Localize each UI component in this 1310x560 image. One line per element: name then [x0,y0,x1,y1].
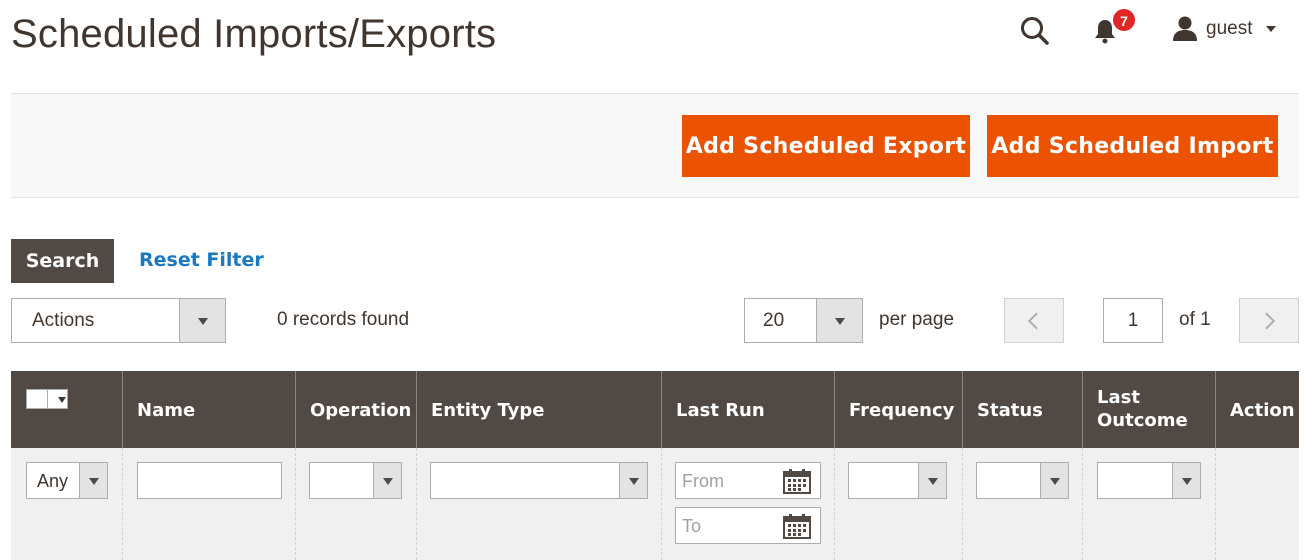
search-icon [1021,17,1049,45]
previous-page-button[interactable] [1004,298,1064,343]
global-search-button[interactable] [1018,14,1052,48]
filter-cell-name [122,448,295,560]
column-header-frequency[interactable]: Frequency [834,371,962,448]
dropdown-arrow [619,463,647,498]
calendar-icon[interactable] [783,513,811,539]
notifications-button[interactable]: 7 [1090,8,1136,48]
filter-cell-status [962,448,1082,560]
chevron-down-icon [1181,477,1192,485]
filter-cell-last-outcome [1082,448,1215,560]
mass-actions-label: Actions [32,310,95,331]
chevron-right-icon [1258,312,1276,329]
grid-header-row: Name Operation Entity Type Last Run Freq… [11,371,1299,448]
mass-any-select[interactable]: Any [26,462,108,499]
column-header-name[interactable]: Name [122,371,295,448]
add-scheduled-export-button[interactable]: Add Scheduled Export [682,115,970,177]
dropdown-arrow [918,463,946,498]
column-header-label: Status [977,400,1043,421]
frequency-filter-select[interactable] [848,462,947,499]
per-page-label: per page [879,309,955,330]
next-page-button[interactable] [1239,298,1299,343]
date-from-placeholder: From [682,471,724,491]
dropdown-arrow [179,299,225,342]
filter-cell-operation [295,448,416,560]
dropdown-arrow [373,463,401,498]
chevron-down-icon [1266,26,1276,32]
search-button[interactable]: Search [11,239,114,283]
user-icon [1173,16,1197,41]
column-header-label: Last Outcome [1097,387,1188,431]
page-actions-bar: Add Scheduled Export Add Scheduled Impor… [11,93,1299,198]
column-header-label: Operation [310,400,412,421]
records-found-count: 0 records found [277,309,410,330]
per-page-value: 20 [763,310,785,331]
column-header-action: Action [1215,371,1299,448]
chevron-down-icon [382,477,393,485]
select-all-checkbox[interactable] [27,390,47,408]
chevron-down-icon [834,317,845,325]
header-actions: 7 guest [990,8,1310,48]
chevron-down-icon [628,477,639,485]
status-filter-select[interactable] [976,462,1069,499]
filter-cell-last-run: From To [661,448,834,560]
current-page-input[interactable] [1103,298,1163,343]
dropdown-arrow [1172,463,1200,498]
operation-filter-select[interactable] [309,462,402,499]
column-header-last-run[interactable]: Last Run [661,371,834,448]
column-header-label: Last Run [676,400,765,421]
mass-actions-select[interactable]: Actions [11,298,226,343]
chevron-down-icon [1049,477,1060,485]
add-scheduled-import-button[interactable]: Add Scheduled Import [987,115,1278,177]
last-run-from-input[interactable]: From [675,462,821,499]
date-to-placeholder: To [682,516,702,536]
column-header-label: Entity Type [431,400,545,421]
column-header-label: Name [137,400,196,421]
notifications-count-badge: 7 [1112,8,1136,32]
entity-type-filter-select[interactable] [430,462,648,499]
chevron-down-icon [58,397,66,403]
column-header-last-outcome[interactable]: Last Outcome [1082,371,1215,448]
mass-select-checkbox[interactable] [26,389,68,409]
total-pages-label: of 1 [1179,309,1211,330]
last-outcome-filter-select[interactable] [1097,462,1201,499]
filter-cell-entity-type [416,448,661,560]
column-header-label: Action [1230,400,1295,421]
calendar-icon[interactable] [783,468,811,494]
user-account-menu[interactable]: guest [1162,12,1292,46]
column-header-entity-type[interactable]: Entity Type [416,371,661,448]
data-grid: Name Operation Entity Type Last Run Freq… [11,371,1299,560]
column-header-label: Frequency [849,400,955,421]
column-header-operation[interactable]: Operation [295,371,416,448]
chevron-left-icon [1027,312,1045,329]
user-name: guest [1206,18,1253,39]
grid-filter-row: Any From To [11,448,1299,560]
filter-cell-action [1215,448,1299,560]
chevron-down-icon [197,317,208,325]
last-run-to-input[interactable]: To [675,507,821,544]
mass-select-dropdown[interactable] [47,390,67,408]
filter-cell-mass: Any [11,448,122,560]
dropdown-arrow [79,463,107,498]
dropdown-arrow [1040,463,1068,498]
page-title: Scheduled Imports/Exports [11,12,497,56]
column-header-status[interactable]: Status [962,371,1082,448]
dropdown-arrow [816,299,862,342]
chevron-down-icon [88,477,99,485]
chevron-down-icon [927,477,938,485]
reset-filter-link[interactable]: Reset Filter [139,249,264,271]
per-page-select[interactable]: 20 [744,298,863,343]
name-filter-input[interactable] [137,462,282,499]
column-header-mass-select [11,371,122,448]
filter-cell-frequency [834,448,962,560]
mass-any-value: Any [37,471,69,491]
